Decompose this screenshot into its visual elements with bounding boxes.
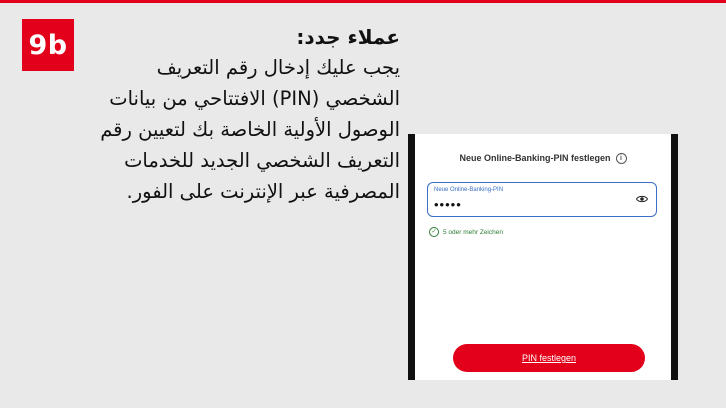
- pin-requirement-hint: ✓ 5 oder mehr Zeichen: [429, 227, 503, 237]
- top-accent-line: [0, 0, 726, 3]
- new-pin-input[interactable]: •••••: [434, 198, 462, 211]
- pin-requirement-text: 5 oder mehr Zeichen: [443, 228, 503, 236]
- phone-mockup: Neue Online-Banking-PIN festlegen i Neue …: [408, 134, 678, 380]
- info-icon[interactable]: i: [615, 153, 627, 165]
- phone-screen: Neue Online-Banking-PIN festlegen i Neue …: [415, 134, 671, 380]
- new-pin-field[interactable]: Neue Online-Banking-PIN •••••: [427, 182, 657, 217]
- step-badge: 9b: [22, 19, 74, 71]
- instruction-heading: عملاء جدد:: [296, 25, 400, 49]
- eye-icon[interactable]: [636, 194, 648, 204]
- new-pin-field-label: Neue Online-Banking-PIN: [434, 187, 504, 193]
- screen-title: Neue Online-Banking-PIN festlegen i: [415, 153, 671, 165]
- set-pin-button[interactable]: PIN festlegen: [453, 344, 645, 372]
- instruction-body: يجب عليك إدخال رقم التعريف الشخصي (PIN) …: [100, 56, 400, 203]
- screen-title-text: Neue Online-Banking-PIN festlegen: [459, 153, 611, 163]
- check-circle-icon: ✓: [429, 227, 439, 237]
- instruction-slide: 9b عملاء جدد: يجب عليك إدخال رقم التعريف…: [0, 0, 726, 408]
- instruction-text: عملاء جدد: يجب عليك إدخال رقم التعريف ال…: [76, 22, 400, 207]
